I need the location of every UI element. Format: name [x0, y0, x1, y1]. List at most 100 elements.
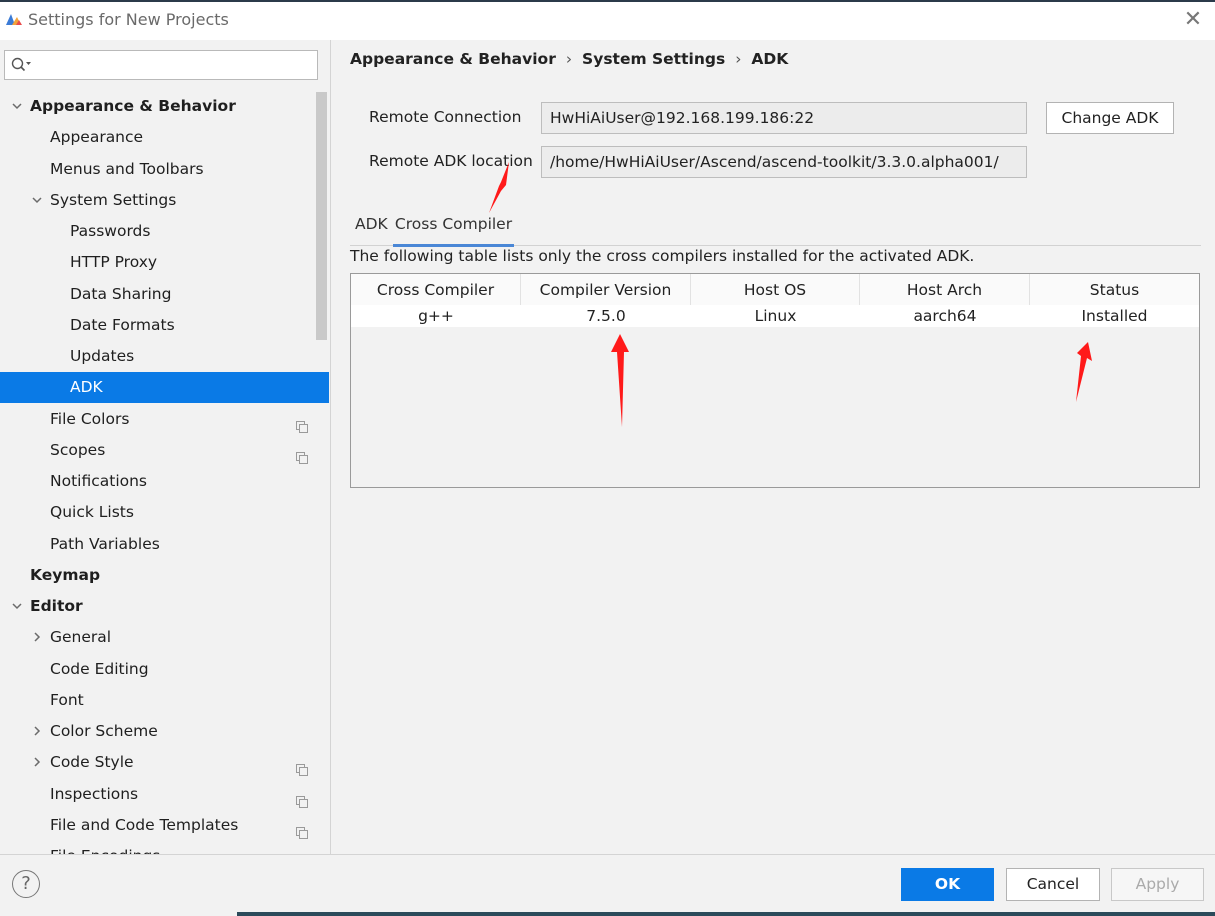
sidebar-item-editor[interactable]: Editor	[0, 591, 329, 622]
sidebar-item-label: Appearance & Behavior	[30, 97, 236, 115]
cancel-button[interactable]: Cancel	[1006, 868, 1100, 901]
sidebar-item-data-sharing[interactable]: Data Sharing	[0, 279, 329, 310]
sidebar-item-label: Code Editing	[50, 660, 149, 678]
help-icon[interactable]: ?	[12, 870, 40, 898]
sidebar-item-http-proxy[interactable]: HTTP Proxy	[0, 247, 329, 278]
cross-compiler-table: Cross Compiler Compiler Version Host OS …	[350, 273, 1200, 488]
search-input[interactable]	[35, 55, 315, 77]
sidebar-item-file-colors[interactable]: File Colors	[0, 404, 329, 435]
sidebar-item-label: Code Style	[50, 753, 134, 771]
change-adk-button[interactable]: Change ADK	[1046, 102, 1174, 134]
copy-settings-icon	[296, 819, 308, 839]
table-description: The following table lists only the cross…	[350, 247, 975, 265]
copy-settings-icon	[296, 788, 308, 808]
sidebar-item-label: Updates	[70, 347, 135, 365]
window-top-edge	[0, 0, 1215, 2]
tab-bar: ADK Cross Compiler	[350, 208, 1201, 247]
sidebar-item-appearance[interactable]: Appearance	[0, 122, 329, 153]
sidebar-item-label: Scopes	[50, 441, 106, 459]
breadcrumb: Appearance & Behavior › System Settings › AD…	[350, 50, 788, 68]
window-title: Settings for New Projects	[28, 10, 229, 29]
apply-button[interactable]: Apply	[1111, 868, 1204, 901]
sidebar-item-appearance-behavior[interactable]: Appearance & Behavior	[0, 91, 329, 122]
sidebar-item-code-style[interactable]: Code Style	[0, 747, 329, 778]
table-header: Cross Compiler Compiler Version Host OS …	[351, 274, 1199, 306]
ok-button[interactable]: OK	[901, 868, 994, 901]
sidebar-item-label: Editor	[30, 597, 83, 615]
sidebar-item-scopes[interactable]: Scopes	[0, 435, 329, 466]
copy-settings-icon	[296, 756, 308, 776]
sidebar-item-label: ADK	[70, 378, 103, 396]
cell-status: Installed	[1081, 307, 1148, 325]
sidebar-item-label: HTTP Proxy	[70, 253, 158, 271]
tab-cross-compiler[interactable]: Cross Compiler	[393, 208, 514, 247]
sidebar-item-label: General	[50, 628, 112, 646]
sidebar-item-color-scheme[interactable]: Color Scheme	[0, 716, 329, 747]
remote-connection-field[interactable]: HwHiAiUser@192.168.199.186:22	[541, 102, 1027, 134]
search-box[interactable]	[4, 50, 318, 80]
app-logo-icon	[6, 14, 22, 25]
sidebar-item-label: Data Sharing	[70, 285, 172, 303]
sidebar-item-label: Inspections	[50, 785, 139, 803]
sidebar-item-date-formats[interactable]: Date Formats	[0, 310, 329, 341]
sidebar-item-menus-and-toolbars[interactable]: Menus and Toolbars	[0, 154, 329, 185]
sidebar-item-notifications[interactable]: Notifications	[0, 466, 329, 497]
sidebar-item-keymap[interactable]: Keymap	[0, 560, 329, 591]
sidebar-item-path-variables[interactable]: Path Variables	[0, 529, 329, 560]
breadcrumb-item-adk: ADK	[751, 50, 789, 68]
table-row[interactable]: g++ 7.5.0 Linux aarch64 Installed	[351, 305, 1199, 327]
sidebar-item-label: Date Formats	[70, 316, 175, 334]
settings-sidebar: Appearance & Behavior Appearance Menus and…	[0, 40, 331, 854]
remote-adk-location-label: Remote ADK location	[369, 152, 533, 170]
sidebar-item-label: Quick Lists	[50, 503, 134, 521]
sidebar-item-label: Menus and Toolbars	[50, 160, 204, 178]
column-header-host-os[interactable]: Host OS	[691, 274, 860, 305]
breadcrumb-item-system-settings[interactable]: System Settings	[582, 50, 725, 68]
column-header-cross-compiler[interactable]: Cross Compiler	[351, 274, 521, 305]
breadcrumb-separator-icon: ›	[565, 50, 573, 68]
cell-cross-compiler: g++	[418, 307, 454, 325]
tab-adk[interactable]: ADK	[355, 208, 389, 244]
sidebar-item-label: Font	[50, 691, 84, 709]
close-icon[interactable]: ✕	[1179, 6, 1207, 34]
sidebar-item-quick-lists[interactable]: Quick Lists	[0, 497, 329, 528]
sidebar-item-label: Path Variables	[50, 535, 160, 553]
sidebar-item-label: Passwords	[70, 222, 151, 240]
cell-host-arch: aarch64	[913, 307, 977, 325]
cell-compiler-version: 7.5.0	[586, 307, 626, 325]
sidebar-item-system-settings[interactable]: System Settings	[0, 185, 329, 216]
sidebar-item-file-and-code-templates[interactable]: File and Code Templates	[0, 810, 329, 841]
remote-adk-location-field[interactable]: /home/HwHiAiUser/Ascend/ascend-toolkit/3…	[541, 146, 1027, 178]
sidebar-item-code-editing[interactable]: Code Editing	[0, 654, 329, 685]
copy-settings-icon	[296, 413, 308, 433]
cell-host-os: Linux	[754, 307, 797, 325]
sidebar-item-label: System Settings	[50, 191, 177, 209]
column-header-host-arch[interactable]: Host Arch	[860, 274, 1030, 305]
sidebar-item-label: File Encodings	[50, 841, 160, 854]
column-header-status[interactable]: Status	[1030, 274, 1199, 305]
sidebar-item-font[interactable]: Font	[0, 685, 329, 716]
sidebar-item-passwords[interactable]: Passwords	[0, 216, 329, 247]
sidebar-item-adk[interactable]: ADK	[0, 372, 329, 403]
search-icon	[11, 57, 31, 72]
settings-content: Appearance & Behavior › System Settings › AD…	[331, 40, 1215, 854]
breadcrumb-item-appearance-behavior[interactable]: Appearance & Behavior	[350, 50, 556, 68]
copy-settings-icon	[296, 444, 308, 464]
window-bottom-edge	[237, 912, 1215, 916]
sidebar-item-inspections[interactable]: Inspections	[0, 779, 329, 810]
sidebar-item-label: Keymap	[30, 566, 101, 584]
sidebar-item-file-encodings[interactable]: File Encodings	[0, 841, 329, 854]
sidebar-scrollbar[interactable]	[316, 92, 327, 340]
sidebar-item-label: Notifications	[50, 472, 148, 490]
sidebar-item-label: File and Code Templates	[50, 816, 239, 834]
column-header-compiler-version[interactable]: Compiler Version	[521, 274, 691, 305]
breadcrumb-separator-icon: ›	[735, 50, 742, 68]
sidebar-item-general[interactable]: General	[0, 622, 329, 653]
dialog-footer: ? OK Cancel Apply	[0, 854, 1215, 916]
sidebar-item-updates[interactable]: Updates	[0, 341, 329, 372]
sidebar-item-label: Color Scheme	[50, 722, 158, 740]
title-bar: Settings for New Projects ✕	[0, 0, 1215, 40]
sidebar-item-label: Appearance	[50, 128, 144, 146]
sidebar-item-label: File Colors	[50, 410, 130, 428]
remote-connection-label: Remote Connection	[369, 108, 522, 126]
